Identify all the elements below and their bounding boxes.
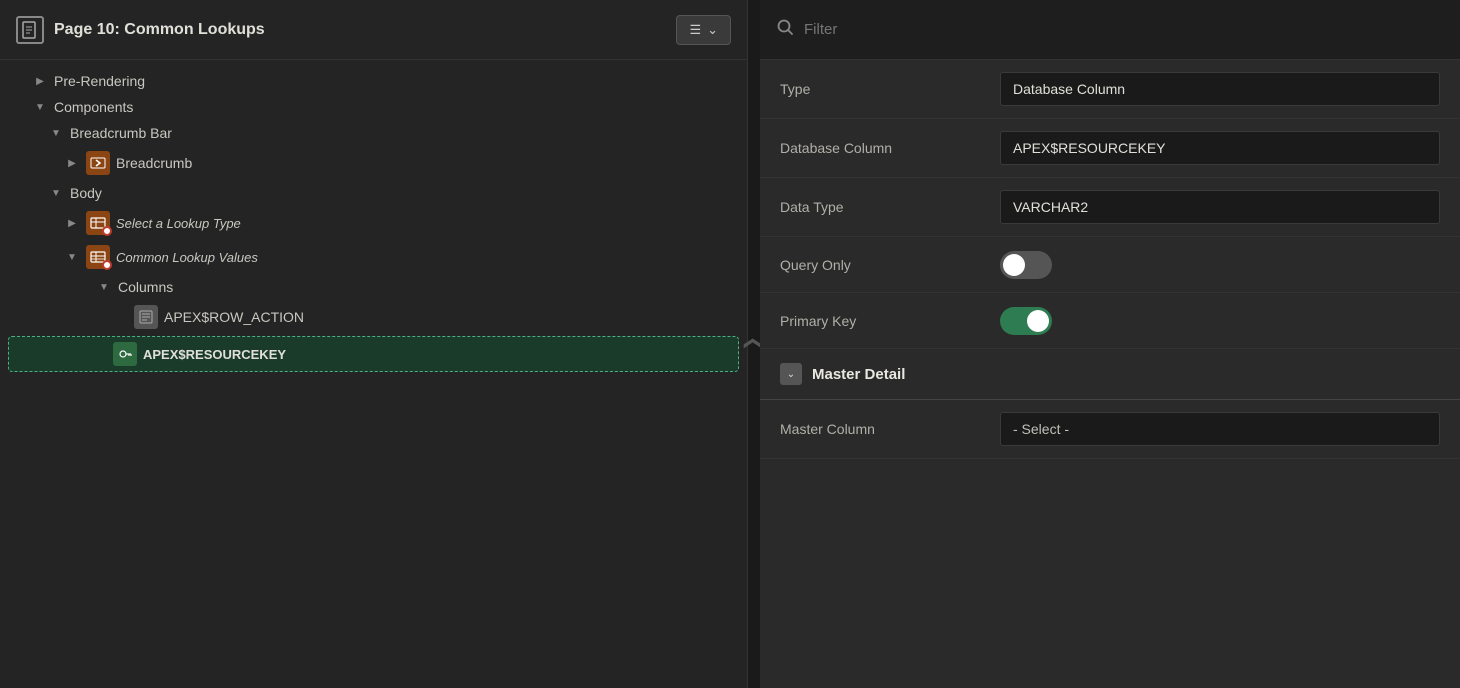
left-panel: Page 10: Common Lookups ☰ ⌄ Pre-Renderin… (0, 0, 748, 688)
master-detail-title: Master Detail (812, 366, 905, 383)
prop-row-db-column: Database Column APEX$RESOURCEKEY (760, 119, 1460, 178)
select-lookup-label: Select a Lookup Type (116, 216, 241, 231)
columns-label: Columns (118, 279, 173, 295)
properties-area: Type Database Column Database Column APE… (760, 60, 1460, 688)
db-column-value[interactable]: APEX$RESOURCEKEY (1000, 131, 1440, 165)
right-panel: Type Database Column Database Column APE… (760, 0, 1460, 688)
prop-row-data-type: Data Type VARCHAR2 (760, 178, 1460, 237)
filter-input[interactable] (804, 21, 1444, 38)
menu-icon: ☰ (689, 22, 701, 38)
master-detail-header: ⌄ Master Detail (760, 349, 1460, 400)
master-column-select[interactable]: - Select - (1000, 412, 1440, 446)
panel-divider[interactable]: ❮ (748, 0, 760, 688)
chevron-components (32, 99, 48, 115)
common-lookup-icon-wrapper (86, 245, 110, 269)
chevron-pre-rendering (32, 73, 48, 89)
tree-item-body[interactable]: Body (0, 180, 747, 206)
chevron-breadcrumb (64, 155, 80, 171)
data-type-value[interactable]: VARCHAR2 (1000, 190, 1440, 224)
row-action-icon (134, 305, 158, 329)
tree-item-breadcrumb[interactable]: Breadcrumb (0, 146, 747, 180)
filter-bar (760, 0, 1460, 60)
chevron-breadcrumb-bar (48, 125, 64, 141)
master-detail-chevron[interactable]: ⌄ (780, 363, 802, 385)
tree-item-breadcrumb-bar[interactable]: Breadcrumb Bar (0, 120, 747, 146)
resourcekey-icon (113, 342, 137, 366)
tree-item-common-lookup[interactable]: Common Lookup Values (0, 240, 747, 274)
chevron-common-lookup (64, 249, 80, 265)
pre-rendering-label: Pre-Rendering (54, 73, 145, 89)
primary-key-toggle[interactable] (1000, 307, 1052, 335)
primary-key-knob (1027, 310, 1049, 332)
tree-item-components[interactable]: Components (0, 94, 747, 120)
type-value[interactable]: Database Column (1000, 72, 1440, 106)
breadcrumb-icon (86, 151, 110, 175)
tree-item-row-action[interactable]: APEX$ROW_ACTION (0, 300, 747, 334)
components-label: Components (54, 99, 133, 115)
body-label: Body (70, 185, 102, 201)
chevron-columns (96, 279, 112, 295)
tree-item-pre-rendering[interactable]: Pre-Rendering (0, 68, 747, 94)
chevron-body (48, 185, 64, 201)
prop-row-query-only: Query Only (760, 237, 1460, 293)
data-type-label: Data Type (780, 199, 1000, 215)
menu-chevron: ⌄ (707, 22, 718, 38)
master-column-label: Master Column (780, 421, 1000, 437)
tree-item-select-lookup[interactable]: Select a Lookup Type (0, 206, 747, 240)
tree-view: Pre-Rendering Components Breadcrumb Bar … (0, 60, 747, 688)
chevron-select-lookup (64, 215, 80, 231)
db-column-label: Database Column (780, 140, 1000, 156)
resourcekey-label: APEX$RESOURCEKEY (143, 347, 286, 362)
common-lookup-label: Common Lookup Values (116, 250, 258, 265)
tree-item-columns[interactable]: Columns (0, 274, 747, 300)
prop-row-primary-key: Primary Key (760, 293, 1460, 349)
breadcrumb-bar-label: Breadcrumb Bar (70, 125, 172, 141)
breadcrumb-label: Breadcrumb (116, 155, 192, 171)
common-lookup-dot (102, 260, 112, 270)
prop-row-master-column: Master Column - Select - (760, 400, 1460, 459)
query-only-knob (1003, 254, 1025, 276)
select-lookup-dot (102, 226, 112, 236)
left-header: Page 10: Common Lookups ☰ ⌄ (0, 0, 747, 60)
query-only-toggle[interactable] (1000, 251, 1052, 279)
search-icon (776, 18, 794, 41)
query-only-label: Query Only (780, 257, 1000, 273)
menu-button[interactable]: ☰ ⌄ (676, 15, 731, 45)
select-lookup-icon-wrapper (86, 211, 110, 235)
page-title-area: Page 10: Common Lookups (16, 16, 265, 44)
primary-key-label: Primary Key (780, 313, 1000, 329)
page-icon (16, 16, 44, 44)
prop-row-type: Type Database Column (760, 60, 1460, 119)
row-action-label: APEX$ROW_ACTION (164, 309, 304, 325)
tree-item-resourcekey[interactable]: APEX$RESOURCEKEY (8, 336, 739, 372)
type-label: Type (780, 81, 1000, 97)
page-title: Page 10: Common Lookups (54, 21, 265, 39)
